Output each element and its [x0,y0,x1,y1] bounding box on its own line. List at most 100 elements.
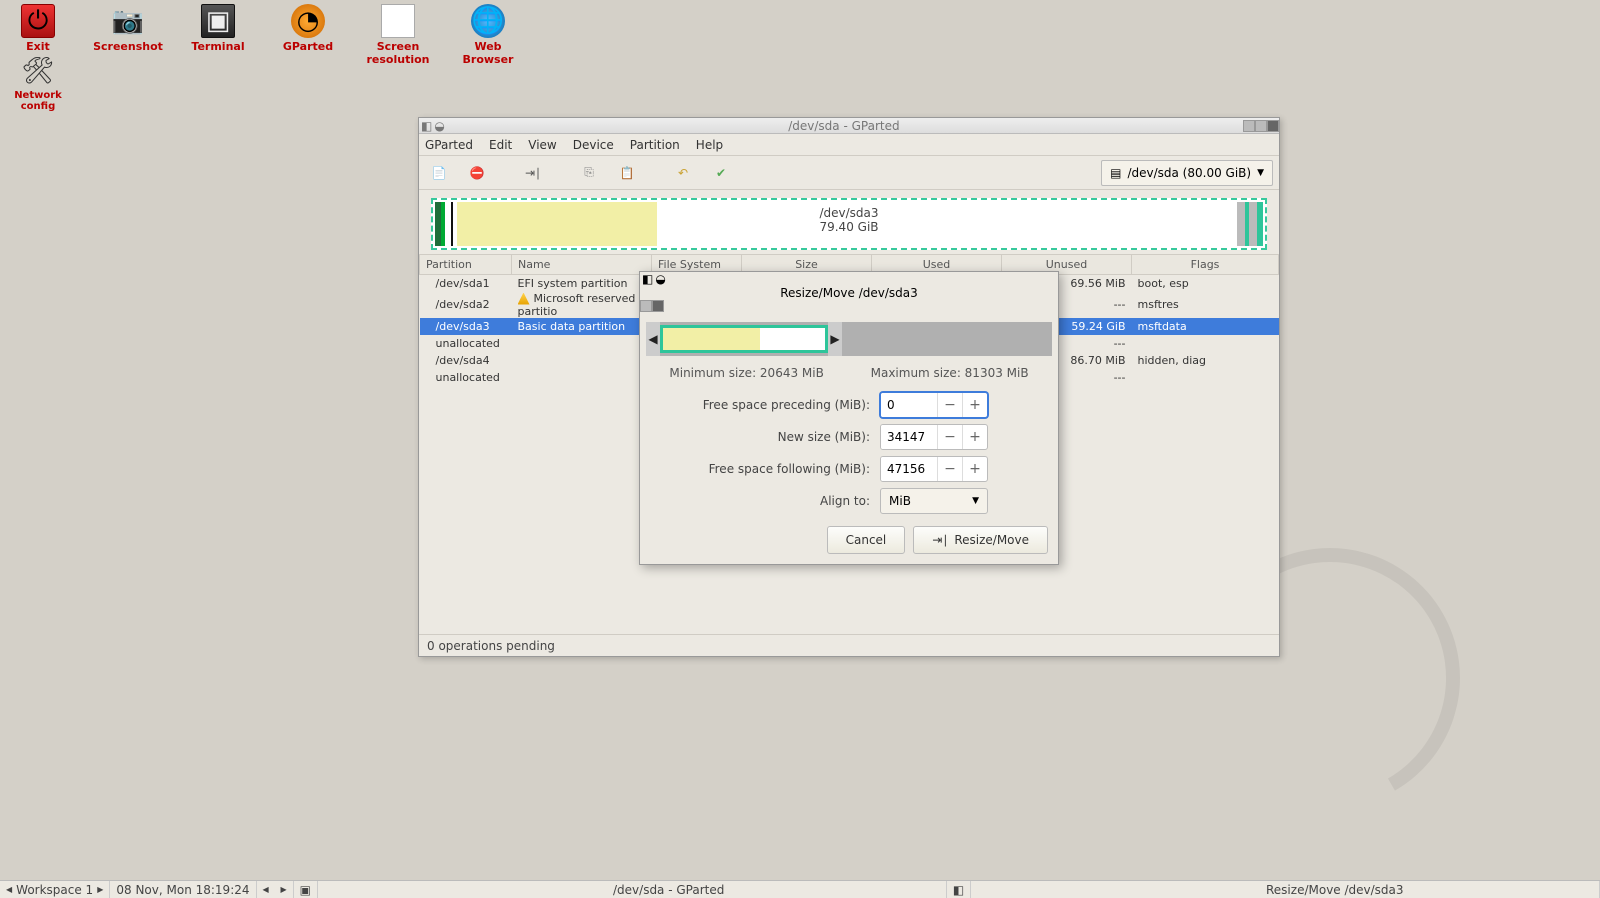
device-selector-label: /dev/sda (80.00 GiB) [1127,166,1251,180]
label: Terminal [191,40,244,53]
label: Exit [26,40,50,53]
titlebar[interactable]: ◧◒ /dev/sda - GParted [419,118,1279,134]
graph-partition-label: /dev/sda3 [819,206,878,220]
warning-icon [518,293,530,305]
increment-button[interactable]: + [962,457,987,481]
desktop-icon-screen-resolution[interactable]: Screen resolution [364,4,432,66]
new-size-input[interactable]: − + [880,424,988,450]
col-partition[interactable]: Partition [420,255,512,275]
menu-view[interactable]: View [528,138,556,152]
window-title: /dev/sda - GParted [445,119,1243,133]
align-to-combo[interactable]: MiB ▼ [880,488,988,514]
cancel-button[interactable]: Cancel [827,526,906,554]
undo-button[interactable]: ↶ [669,160,697,186]
decrement-button[interactable]: − [937,425,962,449]
decrement-button[interactable]: − [937,457,962,481]
workspace-switcher[interactable]: ◀ Workspace 1 ▶ [0,881,110,898]
col-name[interactable]: Name [512,255,652,275]
statusbar: 0 operations pending [419,634,1279,656]
menu-device[interactable]: Device [573,138,614,152]
desktop-icon-screenshot[interactable]: 📷Screenshot [94,4,162,66]
menubar: GParted Edit View Device Partition Help [419,134,1279,156]
chevron-down-icon: ▼ [1257,168,1264,178]
close-button[interactable] [1267,120,1279,132]
arrow-right-icon[interactable]: ▶ [97,885,103,894]
input[interactable] [881,425,937,449]
max-size-label: Maximum size: 81303 MiB [871,366,1029,380]
decrement-button[interactable]: − [937,393,962,417]
increment-button[interactable]: + [962,425,987,449]
toolbar: 📄 ⛔ ⇥∣ ⎘ 📋 ↶ ✔ ▤ /dev/sda (80.00 GiB) ▼ [419,156,1279,190]
window-menu-icon[interactable]: ◧ [642,272,653,286]
label: Web Browser [454,40,522,66]
pager-arrows[interactable]: ◀ ▶ [257,881,294,898]
dialog-partition-graph[interactable]: ◀ ▶ [646,322,1052,356]
task-gparted[interactable]: /dev/sda - GParted [607,881,947,898]
copy-button[interactable]: ⎘ [575,160,603,186]
resize-handle-left[interactable]: ◀ [646,322,660,356]
free-space-preceding-input[interactable]: − + [880,392,988,418]
resize-move-dialog: ◧◒ Resize/Move /dev/sda3 ◀ ▶ Minimum siz… [639,271,1059,565]
menu-gparted[interactable]: GParted [425,138,473,152]
dialog-title: Resize/Move /dev/sda3 [640,286,1058,300]
col-flags[interactable]: Flags [1132,255,1279,275]
status-text: 0 operations pending [427,639,555,653]
window-sticky-icon[interactable]: ◒ [655,272,665,286]
apply-icon: ⇥∣ [932,533,948,547]
task-label: /dev/sda - GParted [613,883,724,897]
free-space-following-label: Free space following (MiB): [656,462,870,476]
resize-handle-right[interactable]: ▶ [828,322,842,356]
label: Network config [4,90,72,112]
new-size-label: New size (MiB): [656,430,870,444]
taskbar: ◀ Workspace 1 ▶ 08 Nov, Mon 18:19:24 ◀ ▶ ▣… [0,880,1600,898]
resize-move-button[interactable]: ⇥∣ [519,160,547,186]
workspace-label: Workspace 1 [16,883,93,897]
clock-text: 08 Nov, Mon 18:19:24 [116,883,249,897]
show-desktop-button[interactable]: ▣ [294,881,318,898]
paste-button[interactable]: 📋 [613,160,641,186]
arrow-left-icon[interactable]: ◀ [6,885,12,894]
label: Screen resolution [364,40,432,66]
label: Cancel [846,533,887,547]
label: GParted [283,40,333,53]
label: Screenshot [93,40,163,53]
menu-help[interactable]: Help [696,138,723,152]
minimize-button[interactable] [1243,120,1255,132]
desktop-icon-web-browser[interactable]: 🌐Web Browser [454,4,522,66]
free-space-preceding-label: Free space preceding (MiB): [656,398,870,412]
resize-move-apply-button[interactable]: ⇥∣ Resize/Move [913,526,1048,554]
align-to-label: Align to: [656,494,870,508]
label: Resize/Move [954,533,1029,547]
window-menu-icon[interactable]: ◧ [421,119,432,133]
desktop-icon-terminal[interactable]: ▣Terminal [184,4,252,66]
clock[interactable]: 08 Nov, Mon 18:19:24 [110,881,256,898]
free-space-following-input[interactable]: − + [880,456,988,482]
maximize-button[interactable] [1255,120,1267,132]
task-resize-dialog[interactable]: Resize/Move /dev/sda3 [1260,881,1600,898]
menu-edit[interactable]: Edit [489,138,512,152]
menu-partition[interactable]: Partition [630,138,680,152]
window-sticky-icon[interactable]: ◒ [434,119,444,133]
desktop-icon-network-config[interactable]: 🛠Network config [4,54,72,112]
desktop-icons: ⏻Exit 📷Screenshot ▣Terminal ◔GParted Scr… [4,4,522,66]
apply-button[interactable]: ✔ [707,160,735,186]
desktop-icon-gparted[interactable]: ◔GParted [274,4,342,66]
partition-graph[interactable]: /dev/sda3 79.40 GiB [425,194,1273,246]
delete-partition-button[interactable]: ⛔ [463,160,491,186]
graph-size-label: 79.40 GiB [819,220,878,234]
input[interactable] [881,393,937,417]
combo-value: MiB [889,494,911,508]
chevron-down-icon: ▼ [972,496,979,506]
tray-icon[interactable]: ◧ [947,881,971,898]
device-selector[interactable]: ▤ /dev/sda (80.00 GiB) ▼ [1101,160,1273,186]
desktop-icons-row2: 🛠Network config [4,54,72,112]
input[interactable] [881,457,937,481]
increment-button[interactable]: + [962,393,987,417]
task-label: Resize/Move /dev/sda3 [1266,883,1404,897]
drive-icon: ▤ [1110,166,1121,180]
dialog-titlebar[interactable]: ◧◒ Resize/Move /dev/sda3 [640,272,1058,312]
dialog-close-button[interactable] [652,300,664,312]
new-partition-button[interactable]: 📄 [425,160,453,186]
min-size-label: Minimum size: 20643 MiB [669,366,823,380]
dialog-shade-button[interactable] [640,300,652,312]
